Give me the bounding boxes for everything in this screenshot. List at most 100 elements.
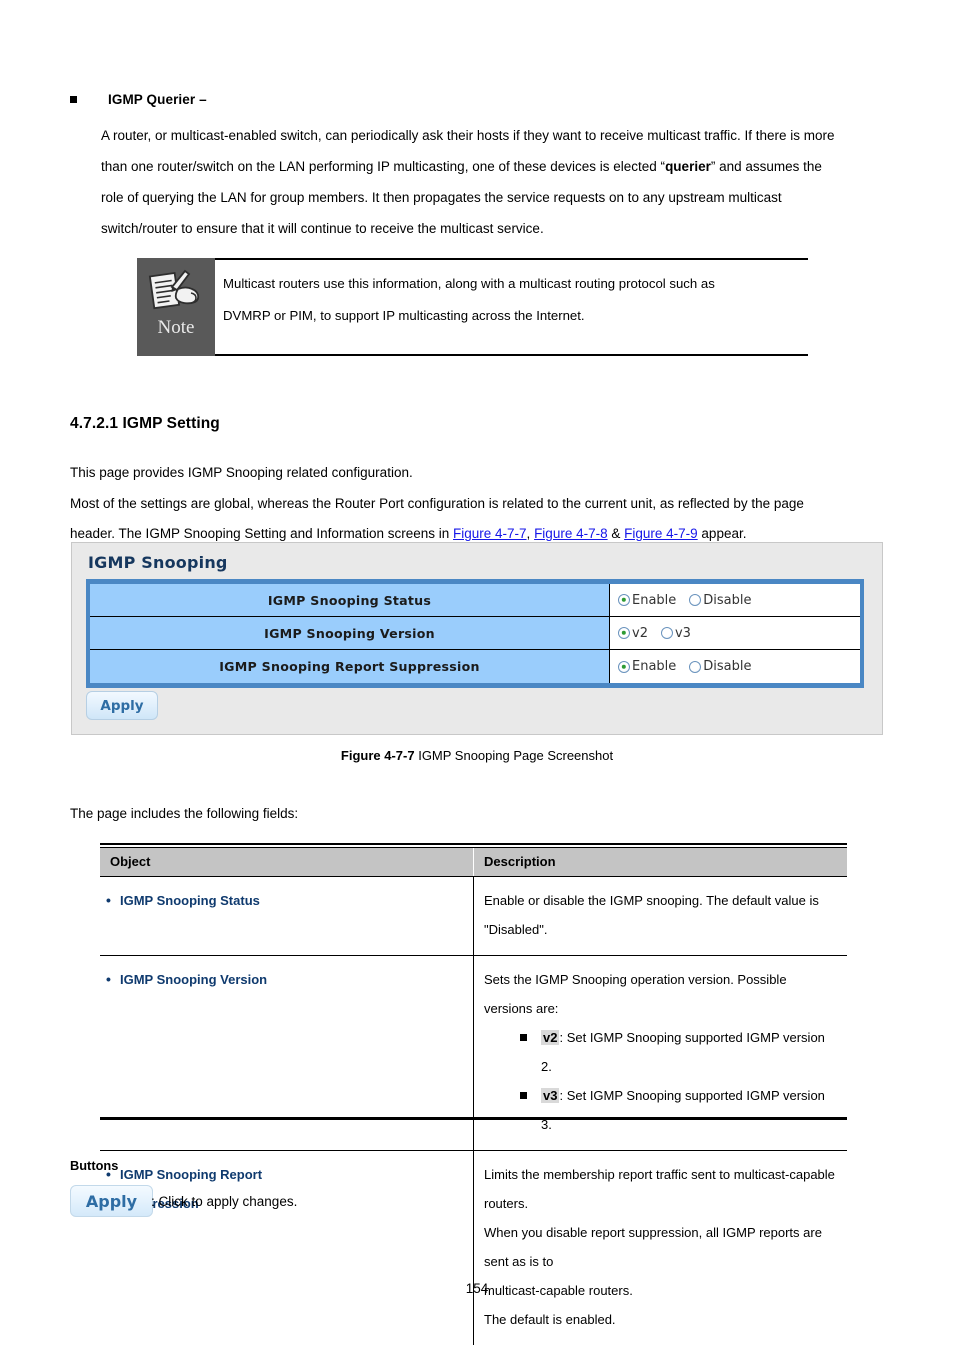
radio-status-enable[interactable]: Enable bbox=[618, 593, 676, 608]
intro-sep-1: , bbox=[526, 526, 535, 541]
radio-status-enable-icon[interactable] bbox=[618, 594, 630, 606]
paragraph-line-1: A router, or multicast-enabled switch, c… bbox=[101, 128, 835, 143]
paragraph-line-2-text: than one router/switch on the LAN perfor… bbox=[101, 159, 822, 174]
sub-item: v3: Set IGMP Snooping supported IGMP ver… bbox=[484, 1081, 837, 1139]
buttons-heading: Buttons bbox=[70, 1158, 119, 1173]
square-bullet-icon bbox=[520, 1034, 527, 1041]
figure-caption-number: Figure 4-7-7 bbox=[340, 748, 415, 763]
table-cell-object: • IGMP Snooping Report Suppression bbox=[100, 1150, 474, 1345]
note-icon-label: Note bbox=[157, 317, 195, 338]
config-value-status: Enable Disable bbox=[610, 584, 860, 616]
note-bottom-rule bbox=[215, 354, 808, 356]
radio-suppression-disable-label: Disable bbox=[703, 659, 752, 674]
note-line-1: Multicast routers use this information, … bbox=[223, 276, 715, 291]
sub-item-text: : Set IGMP Snooping supported IGMP versi… bbox=[541, 1088, 825, 1132]
paragraph-line-4: switch/router to ensure that it will con… bbox=[101, 221, 544, 236]
radio-version-v3-label: v3 bbox=[674, 625, 691, 641]
table-row: • IGMP Snooping Version Sets the IGMP Sn… bbox=[100, 955, 847, 1151]
radio-version-v2[interactable]: v2 bbox=[618, 626, 648, 641]
radio-version-v2-label: v2 bbox=[632, 625, 648, 641]
description-line: The default is enabled. bbox=[484, 1312, 616, 1327]
intro-line-2: Most of the settings are global, whereas… bbox=[70, 495, 804, 511]
intro-line-3-post: appear. bbox=[697, 526, 747, 541]
igmp-querier-label: IGMP Querier – bbox=[108, 92, 207, 107]
radio-suppression-enable[interactable]: Enable bbox=[618, 659, 676, 674]
section-intro: This page provides IGMP Snooping related… bbox=[70, 458, 880, 550]
object-item-label: IGMP Snooping Version bbox=[120, 972, 268, 987]
note-line-2: DVMRP or PIM, to support IP multicasting… bbox=[223, 308, 585, 323]
table-row: • IGMP Snooping Status Enable or disable… bbox=[100, 876, 847, 956]
radio-status-disable[interactable]: Disable bbox=[689, 592, 752, 608]
square-bullet-icon bbox=[520, 1092, 527, 1099]
config-label-report-suppression: IGMP Snooping Report Suppression bbox=[90, 650, 610, 683]
radio-suppression-enable-label: Enable bbox=[632, 659, 677, 674]
intro-sep-2: & bbox=[607, 526, 625, 541]
igmp-querier-paragraph: A router, or multicast-enabled switch, c… bbox=[101, 120, 880, 244]
paragraph-line-2: than one router/switch on the LAN perfor… bbox=[101, 151, 880, 182]
radio-status-disable-icon[interactable] bbox=[689, 594, 702, 606]
radio-version-v2-icon[interactable] bbox=[618, 627, 630, 639]
link-figure-4-7-9[interactable]: Figure 4-7-9 bbox=[624, 526, 698, 541]
sub-item: v2: Set IGMP Snooping supported IGMP ver… bbox=[484, 1023, 837, 1081]
document-page: IGMP Querier – A router, or multicast-en… bbox=[0, 0, 954, 1350]
intro-line-3-pre: header. The IGMP Snooping Setting and In… bbox=[70, 526, 453, 541]
radio-status-enable-label: Enable bbox=[632, 592, 677, 608]
radio-suppression-enable-icon[interactable] bbox=[618, 660, 630, 673]
apply-button-caption: : Click to apply changes. bbox=[151, 1193, 298, 1209]
table-header-description: Description bbox=[473, 847, 847, 877]
config-row-report-suppression: IGMP Snooping Report Suppression Enable … bbox=[90, 650, 860, 683]
description-line: Limits the membership report traffic sen… bbox=[484, 1167, 835, 1211]
radio-suppression-disable-icon[interactable] bbox=[689, 660, 702, 673]
table-header-row: Object Description bbox=[100, 847, 847, 877]
object-item: • IGMP Snooping Version bbox=[106, 965, 463, 994]
page-number: 154 bbox=[465, 1281, 489, 1296]
figure-caption-text: IGMP Snooping Page Screenshot bbox=[414, 748, 614, 763]
description-line: Sets the IGMP Snooping operation version… bbox=[484, 972, 787, 1016]
link-figure-4-7-7[interactable]: Figure 4-7-7 bbox=[453, 526, 527, 541]
radio-version-v3-icon[interactable] bbox=[660, 627, 673, 639]
link-figure-4-7-8[interactable]: Figure 4-7-8 bbox=[534, 526, 608, 541]
description-line: When you disable report suppression, all… bbox=[484, 1225, 822, 1269]
config-value-report-suppression: Enable Disable bbox=[610, 650, 860, 683]
config-row-status: IGMP Snooping Status Enable Disable bbox=[90, 584, 860, 617]
table-row: • IGMP Snooping Report Suppression Limit… bbox=[100, 1150, 848, 1346]
note-icon-box: Note bbox=[137, 258, 215, 356]
radio-suppression-disable[interactable]: Disable bbox=[689, 659, 752, 674]
table-cell-description: Enable or disable the IGMP snooping. The… bbox=[473, 876, 847, 956]
bullet-dot-icon: • bbox=[106, 892, 111, 908]
igmp-querier-bullet-heading: IGMP Querier – bbox=[70, 92, 890, 107]
table-cell-object: • IGMP Snooping Version bbox=[100, 955, 474, 1151]
apply-button[interactable]: Apply bbox=[86, 691, 158, 720]
object-item-label: IGMP Snooping Status bbox=[120, 893, 260, 908]
config-label-status: IGMP Snooping Status bbox=[90, 584, 610, 616]
sub-item-text: : Set IGMP Snooping supported IGMP versi… bbox=[541, 1030, 825, 1074]
table-cell-description: Sets the IGMP Snooping operation version… bbox=[473, 955, 847, 1151]
paragraph-line-3: role of querying the LAN for group membe… bbox=[101, 190, 782, 205]
table-cell-object: • IGMP Snooping Status bbox=[100, 876, 474, 956]
buttons-legend-row: Apply : Click to apply changes. bbox=[70, 1185, 297, 1217]
igmp-snooping-panel: IGMP Snooping IGMP Snooping Status Enabl… bbox=[71, 542, 883, 735]
igmp-config-table: IGMP Snooping Status Enable Disable IGMP… bbox=[86, 579, 864, 688]
table-header-object: Object bbox=[100, 847, 474, 877]
description-line: Enable or disable the IGMP snooping. The… bbox=[484, 893, 819, 937]
sub-item-code: v3 bbox=[541, 1088, 560, 1103]
emphasis-querier: querier bbox=[665, 159, 711, 174]
square-bullet-icon bbox=[70, 96, 77, 103]
intro-line-1: This page provides IGMP Snooping related… bbox=[70, 465, 413, 480]
table-bottom-rule bbox=[100, 1117, 847, 1120]
field-description-table: Object Description • IGMP Snooping Statu… bbox=[100, 843, 847, 1345]
config-label-version: IGMP Snooping Version bbox=[90, 617, 610, 649]
radio-version-v3[interactable]: v3 bbox=[660, 625, 691, 641]
config-row-version: IGMP Snooping Version v2 v3 bbox=[90, 617, 860, 650]
bullet-dot-icon: • bbox=[106, 971, 111, 987]
radio-status-disable-label: Disable bbox=[703, 592, 752, 608]
section-heading: 4.7.2.1 IGMP Setting bbox=[70, 415, 220, 432]
apply-button-legend[interactable]: Apply bbox=[70, 1185, 153, 1217]
note-body: Multicast routers use this information, … bbox=[223, 268, 801, 332]
figure-caption: Figure 4-7-7 IGMP Snooping Page Screensh… bbox=[0, 748, 954, 763]
config-value-version: v2 v3 bbox=[610, 617, 860, 649]
object-item: • IGMP Snooping Status bbox=[106, 886, 463, 915]
table-cell-description: Limits the membership report traffic sen… bbox=[474, 1151, 848, 1346]
includes-line: The page includes the following fields: bbox=[70, 806, 299, 821]
note-writing-hand-icon bbox=[148, 269, 200, 310]
